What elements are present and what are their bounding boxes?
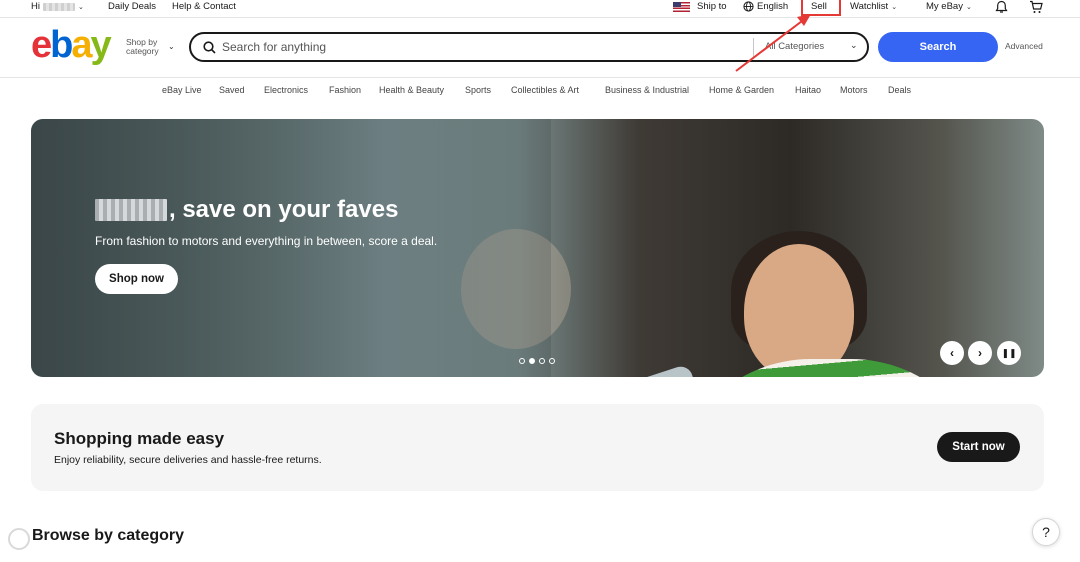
nav-item-motors[interactable]: Motors (840, 85, 868, 95)
carousel-prev-button[interactable]: ‹ (940, 341, 964, 365)
pause-icon: ❚❚ (1001, 347, 1017, 358)
hero-title-text: , save on your faves (169, 196, 399, 223)
nav-item-sports[interactable]: Sports (465, 85, 491, 95)
carousel-dots (519, 358, 555, 364)
nav-item-fashion[interactable]: Fashion (329, 85, 361, 95)
nav-item-home-garden[interactable]: Home & Garden (709, 85, 774, 95)
nav-item-electronics[interactable]: Electronics (264, 85, 308, 95)
carousel-dot[interactable] (549, 358, 555, 364)
hero-overlay (31, 119, 551, 377)
redacted-username (95, 199, 167, 221)
hero-phone (614, 363, 722, 377)
nav-item-ebay-live[interactable]: eBay Live (162, 85, 202, 95)
shop-now-button[interactable]: Shop now (95, 264, 178, 294)
shopping-made-easy-card: Shopping made easy Enjoy reliability, se… (31, 404, 1044, 491)
nav-item-health-beauty[interactable]: Health & Beauty (379, 85, 444, 95)
hero-title: , save on your faves (95, 196, 398, 224)
nav-item-saved[interactable]: Saved (219, 85, 245, 95)
carousel-next-button[interactable]: › (968, 341, 992, 365)
annotation-arrow-icon (735, 14, 811, 72)
carousel-dot[interactable] (519, 358, 525, 364)
chevron-right-icon: › (978, 346, 982, 360)
help-button[interactable]: ? (1032, 518, 1060, 546)
watermark-logo-icon (8, 528, 30, 550)
carousel-dot-active[interactable] (529, 358, 535, 364)
nav-item-deals[interactable]: Deals (888, 85, 911, 95)
start-now-button[interactable]: Start now (937, 432, 1020, 462)
nav-item-haitao[interactable]: Haitao (795, 85, 821, 95)
chevron-left-icon: ‹ (950, 346, 954, 360)
hero-person-face (744, 244, 854, 377)
nav-item-collectibles-art[interactable]: Collectibles & Art (511, 85, 579, 95)
promo-subtitle: Enjoy reliability, secure deliveries and… (54, 454, 322, 466)
carousel-pause-button[interactable]: ❚❚ (997, 341, 1021, 365)
browse-by-category-heading: Browse by category (32, 527, 185, 544)
promo-title: Shopping made easy (54, 429, 225, 448)
carousel-dot[interactable] (539, 358, 545, 364)
hero-banner: , save on your faves From fashion to mot… (31, 119, 1044, 377)
nav-divider (0, 77, 1080, 78)
hero-subtitle: From fashion to motors and everything in… (95, 234, 438, 248)
nav-item-business-industrial[interactable]: Business & Industrial (605, 85, 689, 95)
